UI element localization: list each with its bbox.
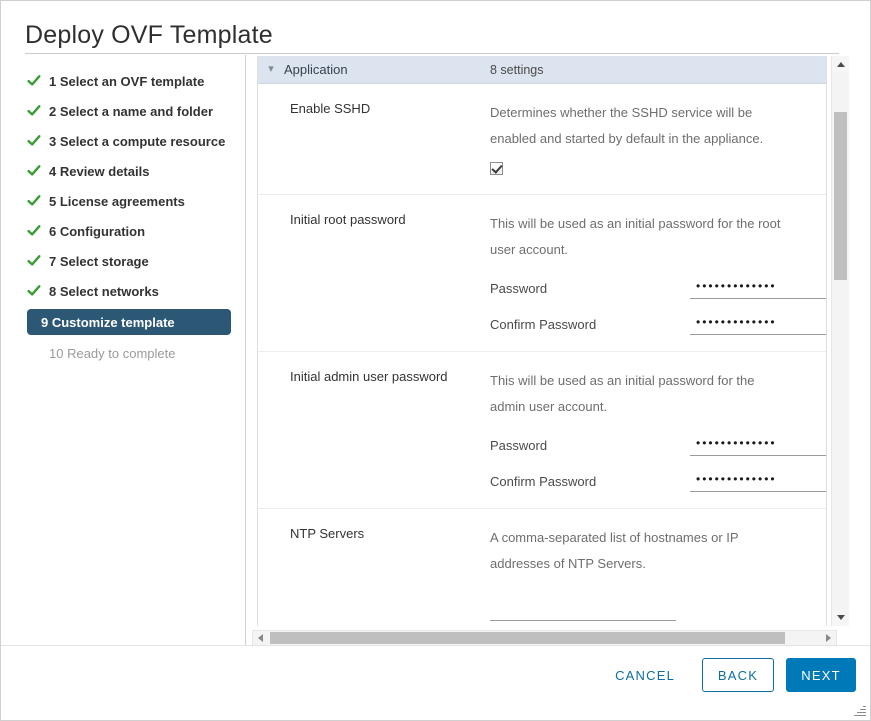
root-password-input[interactable] [690, 277, 827, 299]
table-row: NTP Servers A comma-separated list of ho… [258, 509, 826, 626]
triangle-left-icon [258, 634, 263, 642]
title-divider [25, 53, 839, 54]
dialog-footer: CANCEL BACK NEXT [1, 645, 870, 720]
chevron-down-icon[interactable]: ▾ [258, 64, 284, 75]
setting-value: A comma-separated list of hostnames or I… [490, 509, 826, 626]
setting-description: Determines whether the SSHD service will… [490, 100, 790, 152]
sidebar-step-label: 4 Review details [49, 164, 149, 179]
scroll-down-button[interactable] [832, 609, 849, 626]
sidebar-step-label: 8 Select networks [49, 284, 159, 299]
enable-sshd-checkbox[interactable] [490, 162, 503, 175]
field-row: Password [490, 269, 827, 299]
setting-value: Determines whether the SSHD service will… [490, 84, 826, 194]
setting-label: Initial admin user password [258, 352, 490, 508]
horizontal-scrollbar[interactable] [252, 630, 837, 646]
scroll-up-button[interactable] [832, 56, 849, 73]
field-row: Confirm Password [490, 462, 827, 492]
check-icon [27, 224, 41, 238]
setting-label: NTP Servers [258, 509, 490, 626]
table-row: Initial root password This will be used … [258, 195, 826, 352]
triangle-down-icon [837, 615, 845, 620]
root-password-confirm-input[interactable] [690, 313, 827, 335]
check-icon [27, 134, 41, 148]
check-icon [27, 284, 41, 298]
check-icon [27, 254, 41, 268]
customize-template-panel: ▾ Application 8 settings Enable SSHD Det… [247, 55, 871, 645]
cancel-button[interactable]: CANCEL [605, 658, 685, 692]
field-label: Confirm Password [490, 315, 690, 335]
field-row: Password [490, 426, 827, 456]
setting-description: This will be used as an initial password… [490, 368, 790, 420]
settings-group-header[interactable]: ▾ Application 8 settings [258, 56, 826, 84]
sidebar-step-2[interactable]: 2 Select a name and folder [21, 99, 235, 123]
scroll-right-button[interactable] [821, 631, 836, 645]
ntp-servers-input[interactable] [490, 599, 676, 621]
setting-description: A comma-separated list of hostnames or I… [490, 525, 790, 577]
sidebar-step-9[interactable]: 9 Customize template [27, 309, 231, 335]
setting-description: This will be used as an initial password… [490, 211, 790, 263]
sidebar-step-label: 7 Select storage [49, 254, 149, 269]
sidebar-step-label: 1 Select an OVF template [49, 74, 204, 89]
check-icon [27, 194, 41, 208]
setting-label: Initial root password [258, 195, 490, 351]
sidebar-step-7[interactable]: 7 Select storage [21, 249, 235, 273]
settings-table: ▾ Application 8 settings Enable SSHD Det… [257, 56, 827, 626]
check-icon [27, 164, 41, 178]
scroll-left-button[interactable] [253, 631, 268, 645]
admin-password-input[interactable] [690, 434, 827, 456]
field-row: Confirm Password [490, 305, 827, 335]
sidebar-step-label: 10 Ready to complete [49, 346, 175, 361]
sidebar-step-10[interactable]: 10 Ready to complete [21, 341, 235, 365]
wizard-steps-sidebar: 1 Select an OVF template 2 Select a name … [1, 55, 246, 645]
sidebar-step-3[interactable]: 3 Select a compute resource [21, 129, 235, 153]
field-label: Password [490, 279, 690, 299]
check-icon [27, 104, 41, 118]
sidebar-step-1[interactable]: 1 Select an OVF template [21, 69, 235, 93]
triangle-right-icon [826, 634, 831, 642]
sidebar-step-label: 9 Customize template [41, 315, 175, 330]
sidebar-step-label: 5 License agreements [49, 194, 185, 209]
back-button[interactable]: BACK [702, 658, 774, 692]
sidebar-step-label: 3 Select a compute resource [49, 134, 225, 149]
triangle-up-icon [837, 62, 845, 67]
settings-group-name: Application [284, 62, 490, 77]
resize-grip-icon[interactable] [854, 704, 866, 716]
sidebar-step-8[interactable]: 8 Select networks [21, 279, 235, 303]
setting-value: This will be used as an initial password… [490, 352, 827, 508]
page-title: Deploy OVF Template [25, 21, 273, 50]
settings-group-count: 8 settings [490, 63, 544, 77]
setting-label: Enable SSHD [258, 84, 490, 194]
sidebar-step-label: 6 Configuration [49, 224, 145, 239]
check-icon [27, 74, 41, 88]
sidebar-step-label: 2 Select a name and folder [49, 104, 213, 119]
admin-password-confirm-input[interactable] [690, 470, 827, 492]
vertical-scrollbar[interactable] [831, 56, 848, 626]
sidebar-step-6[interactable]: 6 Configuration [21, 219, 235, 243]
horizontal-scroll-thumb[interactable] [270, 632, 785, 644]
sidebar-step-5[interactable]: 5 License agreements [21, 189, 235, 213]
sidebar-step-4[interactable]: 4 Review details [21, 159, 235, 183]
setting-value: This will be used as an initial password… [490, 195, 827, 351]
next-button[interactable]: NEXT [786, 658, 856, 692]
deploy-ovf-template-dialog: Deploy OVF Template 1 Select an OVF temp… [0, 0, 871, 721]
vertical-scroll-thumb[interactable] [834, 112, 847, 280]
table-row: Enable SSHD Determines whether the SSHD … [258, 84, 826, 195]
field-label: Confirm Password [490, 472, 690, 492]
table-row: Initial admin user password This will be… [258, 352, 826, 509]
field-label: Password [490, 436, 690, 456]
